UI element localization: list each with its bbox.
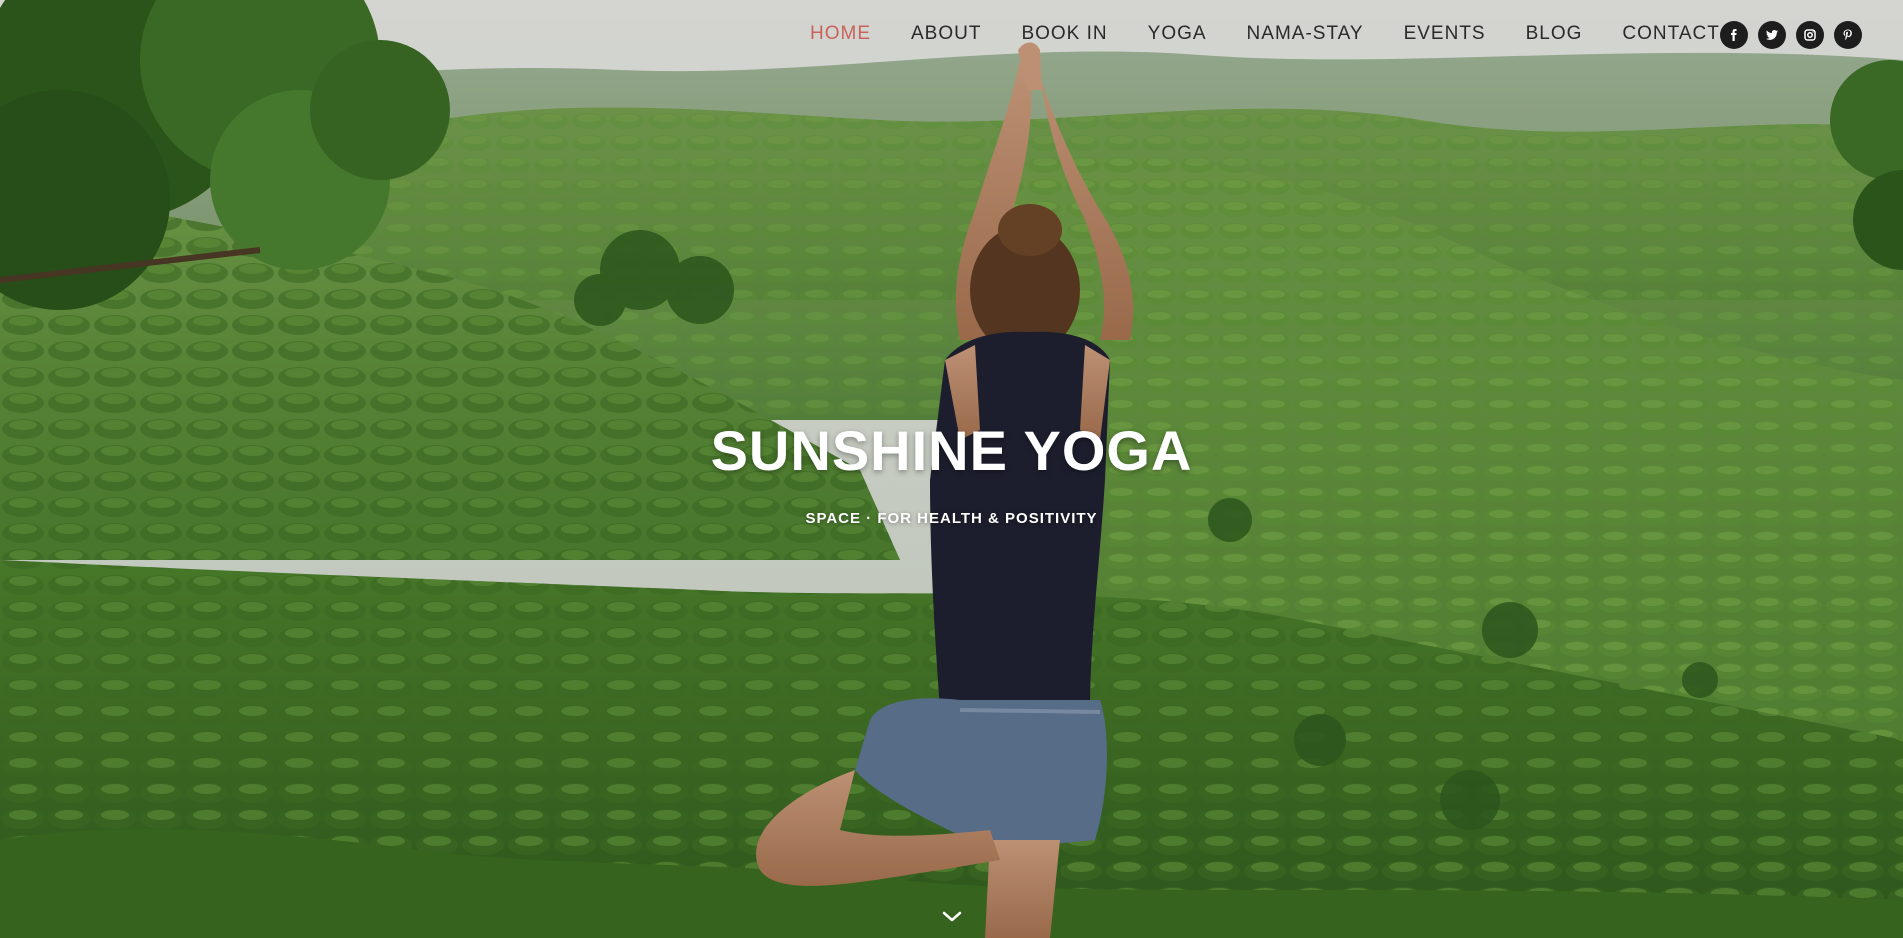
chevron-down-icon — [942, 911, 962, 922]
instagram-button[interactable] — [1796, 21, 1824, 49]
nav-item-book-in[interactable]: BOOK IN — [1001, 22, 1127, 46]
twitter-button[interactable] — [1758, 21, 1786, 49]
nav-item-nama-stay[interactable]: NAMA-STAY — [1227, 22, 1384, 46]
twitter-icon — [1765, 30, 1778, 40]
nav-item-yoga[interactable]: YOGA — [1128, 22, 1227, 46]
facebook-button[interactable] — [1720, 21, 1748, 49]
pinterest-icon — [1843, 29, 1852, 41]
facebook-icon — [1731, 29, 1737, 41]
nav-item-about[interactable]: ABOUT — [891, 22, 1001, 46]
pinterest-button[interactable] — [1834, 21, 1862, 49]
hero-subtitle: SPACE · FOR HEALTH & POSITIVITY — [805, 510, 1098, 527]
nav-item-home[interactable]: HOME — [790, 22, 891, 46]
page: HOME ABOUT BOOK IN YOGA NAMA-STAY EVENTS… — [0, 0, 1903, 938]
hero-title: SUNSHINE YOGA — [710, 419, 1193, 482]
main-navigation: HOME ABOUT BOOK IN YOGA NAMA-STAY EVENTS… — [0, 0, 1903, 68]
nav-item-blog[interactable]: BLOG — [1506, 22, 1603, 46]
social-links — [1720, 21, 1862, 49]
nav-menu: HOME ABOUT BOOK IN YOGA NAMA-STAY EVENTS… — [790, 22, 1740, 46]
scroll-down-button[interactable] — [940, 908, 964, 926]
instagram-icon — [1804, 29, 1816, 41]
nav-item-events[interactable]: EVENTS — [1384, 22, 1506, 46]
